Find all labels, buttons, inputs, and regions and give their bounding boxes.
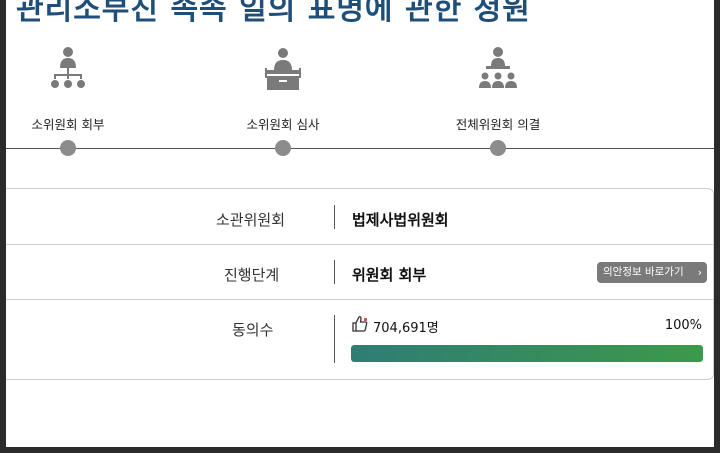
stage-label: 진행단계 <box>224 266 280 284</box>
timeline-dot-1 <box>60 140 76 156</box>
chevron-right-icon: › <box>697 266 702 279</box>
timeline-dot-3 <box>490 140 506 156</box>
step-label-subcommittee-review: 소위원회 심사 <box>246 117 320 132</box>
agree-progress-fill <box>351 345 703 362</box>
thumbs-up-icon <box>351 315 369 337</box>
progress-timeline <box>6 148 714 149</box>
row-divider <box>334 205 335 229</box>
bill-info-link-label: 의안정보 바로가기 <box>603 266 684 278</box>
step-label-subcommittee-referral: 소위원회 회부 <box>31 117 105 132</box>
podium-icon <box>261 46 305 92</box>
row-divider <box>334 260 335 284</box>
row-separator <box>6 244 714 245</box>
assembly-icon <box>476 46 520 92</box>
stage-value: 위원회 회부 <box>352 266 427 284</box>
agree-count: 704,691명 <box>351 315 439 337</box>
step-label-full-committee-vote: 전체위원회 의결 <box>455 117 541 132</box>
row-divider <box>334 315 335 363</box>
petition-status-panel: 관리소부진 속속 일의 표명에 관한 청원 소위원회 회부 소위원회 심사 전체… <box>0 0 720 453</box>
organization-chart-icon <box>46 46 90 92</box>
row-separator <box>6 299 714 300</box>
timeline-dot-2 <box>275 140 291 156</box>
agree-count-label: 동의수 <box>232 321 274 339</box>
agree-progress-bar <box>351 345 703 362</box>
bill-info-link-button[interactable]: 의안정보 바로가기 › <box>597 262 707 283</box>
agree-count-value: 704,691명 <box>373 320 439 336</box>
committee-label: 소관위원회 <box>216 211 286 229</box>
page-title: 관리소부진 속속 일의 표명에 관한 청원 <box>16 0 531 27</box>
agree-percent: 100% <box>664 318 702 333</box>
committee-value: 법제사법위원회 <box>352 211 449 229</box>
